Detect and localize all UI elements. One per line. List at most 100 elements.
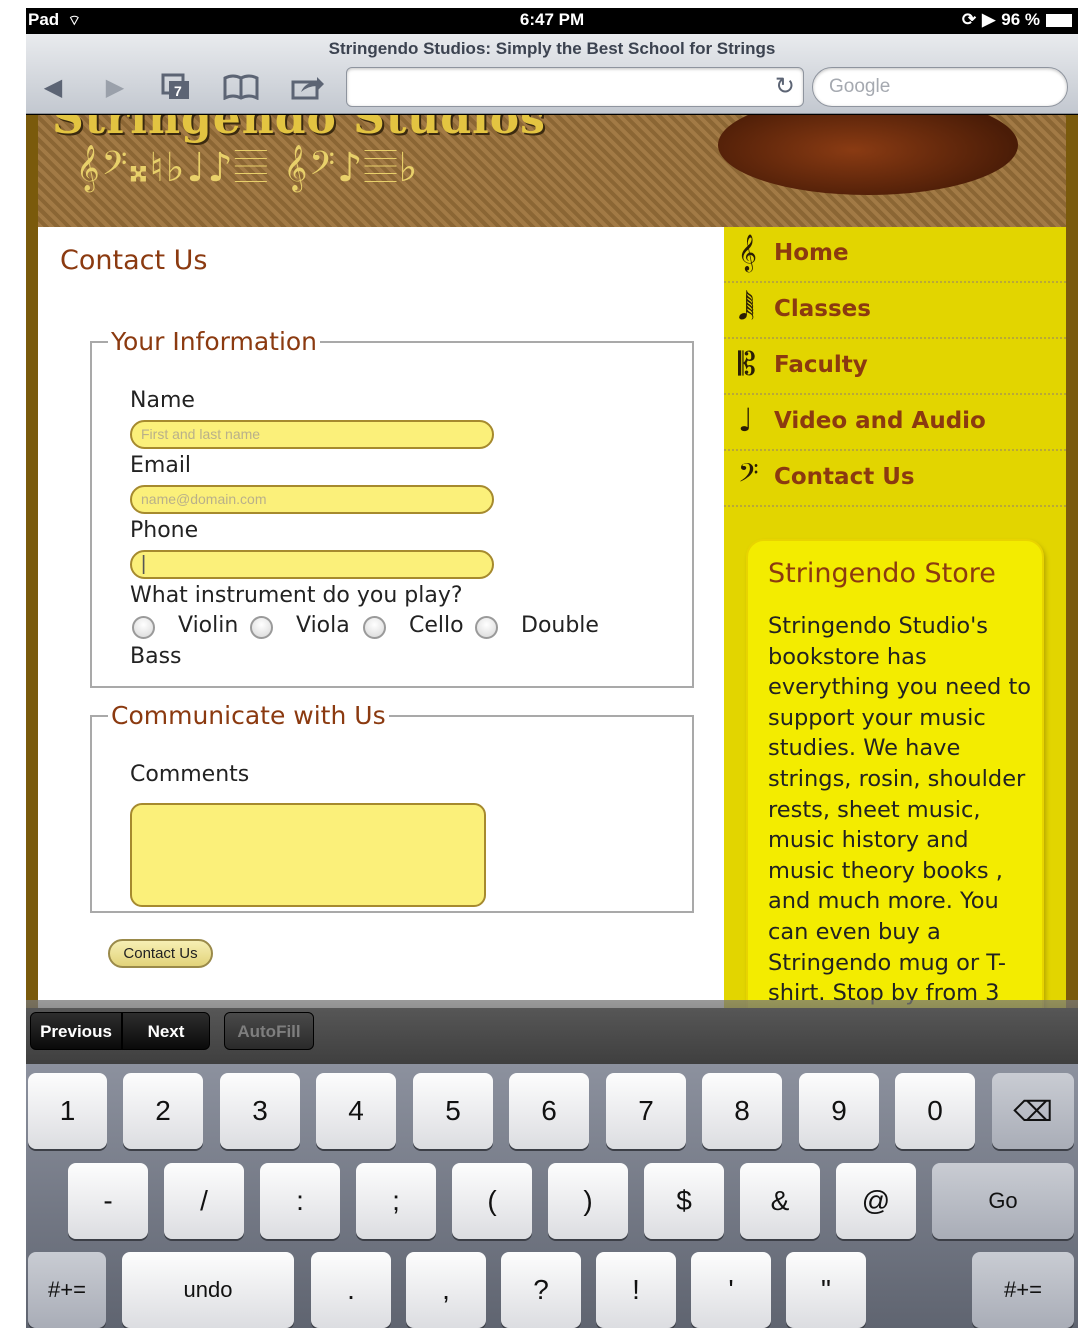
email-label: Email — [130, 453, 192, 478]
next-button[interactable]: Next — [122, 1012, 210, 1050]
url-field[interactable]: ↻ — [346, 67, 804, 107]
tabs-glyph: 7 — [161, 73, 189, 99]
music-notes-decoration: 𝄞𝄢𝄪♮♭♩♪𝄚 𝄞𝄢♪𝄚♭ — [76, 145, 420, 191]
nav-label-video-audio: Video and Audio — [774, 408, 986, 434]
ipad-screen: Pad ⌔ 6:47 PM ⟳ ▶ 96 % Stringendo Studio… — [26, 8, 1078, 1328]
battery-percent: 96 % — [1001, 10, 1040, 29]
search-field[interactable]: Google — [812, 67, 1068, 107]
key-exclamation[interactable]: ! — [596, 1252, 676, 1328]
violin-label: Violin — [178, 613, 239, 638]
store-title: Stringendo Store — [768, 558, 996, 589]
clock: 6:47 PM — [519, 10, 585, 29]
radio-violin[interactable] — [132, 616, 155, 639]
autofill-button[interactable]: AutoFill — [224, 1012, 314, 1050]
key-2[interactable]: 2 — [123, 1073, 203, 1149]
radio-viola[interactable] — [250, 616, 273, 639]
key-quote[interactable]: " — [786, 1252, 866, 1328]
battery-icon — [1046, 13, 1072, 27]
double-bass-label-line1: Double — [521, 613, 599, 638]
reload-icon[interactable]: ↻ — [775, 72, 795, 100]
key-dollar[interactable]: $ — [644, 1163, 724, 1239]
contact-us-button[interactable]: Contact Us — [108, 939, 213, 968]
name-placeholder: First and last name — [141, 426, 261, 442]
key-apostrophe[interactable]: ' — [691, 1252, 771, 1328]
communicate-legend: Communicate with Us — [111, 701, 386, 730]
site-title: Stringendo Studios — [52, 115, 546, 144]
communicate-fieldset: Communicate with Us Comments — [90, 701, 694, 913]
tabs-icon[interactable]: 7 — [156, 70, 196, 104]
nav-label-faculty: Faculty — [774, 352, 868, 378]
nav-item-faculty[interactable]: 𝄡 Faculty — [724, 339, 1066, 395]
nav-label-classes: Classes — [774, 296, 871, 322]
status-bar: Pad ⌔ 6:47 PM ⟳ ▶ 96 % — [26, 8, 1078, 34]
store-box: Stringendo Store Stringendo Studio's boo… — [746, 539, 1044, 1008]
radio-cello[interactable] — [363, 616, 386, 639]
note-icon: 𝅘𝅥𝅲 — [738, 289, 755, 327]
key-colon[interactable]: : — [260, 1163, 340, 1239]
key-7[interactable]: 7 — [606, 1073, 686, 1149]
symbols-key-left[interactable]: #+= — [28, 1252, 106, 1328]
status-right: ⟳ ▶ 96 % — [962, 10, 1072, 30]
bookmarks-icon[interactable] — [221, 70, 261, 104]
undo-key[interactable]: undo — [122, 1252, 294, 1328]
key-ampersand[interactable]: & — [740, 1163, 820, 1239]
key-8[interactable]: 8 — [702, 1073, 782, 1149]
key-0[interactable]: 0 — [895, 1073, 975, 1149]
your-information-legend: Your Information — [111, 327, 318, 356]
key-4[interactable]: 4 — [316, 1073, 396, 1149]
share-icon[interactable] — [288, 70, 328, 104]
key-period[interactable]: . — [311, 1252, 391, 1328]
go-key[interactable]: Go — [932, 1163, 1074, 1239]
nav-item-home[interactable]: 𝄞 Home — [724, 227, 1066, 283]
double-bass-label-line2: Bass — [130, 644, 182, 669]
site-banner: Stringendo Studios 𝄞𝄢𝄪♮♭♩♪𝄚 𝄞𝄢♪𝄚♭ — [38, 115, 1066, 227]
forward-icon[interactable]: ▶ — [98, 70, 132, 104]
previous-button[interactable]: Previous — [30, 1012, 122, 1050]
alto-clef-icon: 𝄡 — [738, 345, 756, 383]
email-placeholder: name@domain.com — [141, 491, 267, 507]
phone-label: Phone — [130, 518, 199, 543]
nav-item-contact[interactable]: 𝄢 Contact Us — [724, 451, 1066, 507]
email-input[interactable]: name@domain.com — [130, 485, 494, 514]
nav-label-home: Home — [774, 240, 849, 266]
symbols-key-right[interactable]: #+= — [972, 1252, 1074, 1328]
your-information-fieldset: Your Information Name First and last nam… — [90, 327, 694, 688]
backspace-icon[interactable]: ⌫ — [992, 1073, 1074, 1149]
key-9[interactable]: 9 — [799, 1073, 879, 1149]
nav-label-contact: Contact Us — [774, 464, 915, 490]
sidebar: 𝄞 Home 𝅘𝅥𝅲 Classes 𝄡 Faculty ♩ Video and… — [724, 227, 1066, 1008]
key-close-paren[interactable]: ) — [548, 1163, 628, 1239]
store-description: Stringendo Studio's bookstore has everyt… — [768, 613, 1032, 1007]
radio-double-bass[interactable] — [475, 616, 498, 639]
page-heading: Contact Us — [60, 245, 208, 276]
comments-textarea[interactable] — [130, 803, 486, 907]
key-question[interactable]: ? — [501, 1252, 581, 1328]
bass-clef-icon: 𝄢 — [738, 457, 759, 495]
book-glyph — [223, 74, 259, 100]
back-icon[interactable]: ◀ — [36, 70, 70, 104]
phone-input[interactable]: | — [130, 550, 494, 579]
key-hyphen[interactable]: - — [68, 1163, 148, 1239]
treble-clef-icon: 𝄞 — [738, 233, 757, 271]
nav-item-video-audio[interactable]: ♩ Video and Audio — [724, 395, 1066, 451]
key-3[interactable]: 3 — [220, 1073, 300, 1149]
key-at[interactable]: @ — [836, 1163, 916, 1239]
svg-text:7: 7 — [174, 83, 182, 99]
nav-item-classes[interactable]: 𝅘𝅥𝅲 Classes — [724, 283, 1066, 339]
key-open-paren[interactable]: ( — [452, 1163, 532, 1239]
search-placeholder: Google — [829, 76, 891, 97]
key-comma[interactable]: , — [406, 1252, 486, 1328]
key-6[interactable]: 6 — [509, 1073, 589, 1149]
name-label: Name — [130, 388, 195, 413]
name-input[interactable]: First and last name — [130, 420, 494, 449]
main-content: Contact Us Your Information Name First a… — [38, 227, 724, 1008]
key-semicolon[interactable]: ; — [356, 1163, 436, 1239]
rotation-lock-icon: ⟳ — [961, 10, 977, 29]
key-slash[interactable]: / — [164, 1163, 244, 1239]
key-5[interactable]: 5 — [413, 1073, 493, 1149]
browser-toolbar: Stringendo Studios: Simply the Best Scho… — [26, 34, 1078, 114]
comments-label: Comments — [130, 762, 250, 787]
key-1[interactable]: 1 — [28, 1073, 107, 1149]
page-title: Stringendo Studios: Simply the Best Scho… — [328, 39, 776, 58]
play-icon: ▶ — [982, 10, 996, 29]
